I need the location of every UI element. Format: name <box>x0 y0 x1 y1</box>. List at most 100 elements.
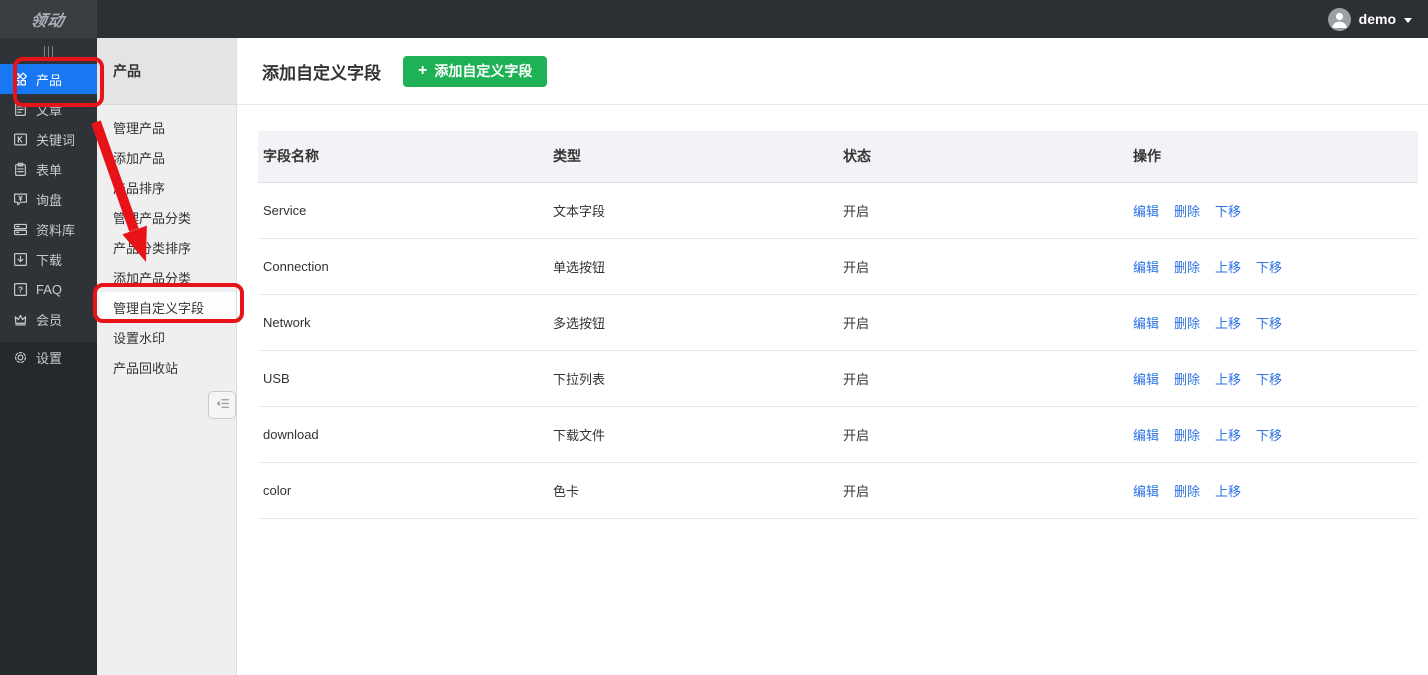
sidebar-item-library[interactable]: 资料库 <box>0 214 97 244</box>
sidebar-item-label: 产品 <box>36 70 62 89</box>
column-header: 字段名称 <box>258 131 548 182</box>
delete-link[interactable]: 删除 <box>1174 260 1200 275</box>
sidebar-collapse-handle[interactable] <box>0 38 97 64</box>
submenu-item[interactable]: 产品分类排序 <box>97 232 236 262</box>
actions-cell: 编辑删除上移下移 <box>1128 350 1418 406</box>
move-up-link[interactable]: 上移 <box>1215 260 1241 275</box>
sidebar-item-member[interactable]: 会员 <box>0 304 97 334</box>
field-type-cell: 下拉列表 <box>548 350 838 406</box>
sidebar-item-form[interactable]: 表单 <box>0 154 97 184</box>
table-header-row: 字段名称类型状态操作 <box>258 131 1418 182</box>
submenu-item-label: 设置水印 <box>113 328 165 347</box>
form-icon <box>13 162 28 177</box>
submenu-item[interactable]: 管理产品分类 <box>97 202 236 232</box>
field-type-cell: 多选按钮 <box>548 294 838 350</box>
submenu-item[interactable]: 添加产品分类 <box>97 262 236 292</box>
sidebar-item-label: 关键词 <box>36 130 75 149</box>
move-down-link[interactable]: 下移 <box>1256 372 1282 387</box>
main-content: 添加自定义字段 + 添加自定义字段 字段名称类型状态操作 Service文本字段… <box>237 38 1428 675</box>
submenu-item-label: 产品回收站 <box>113 358 178 377</box>
brand-logo: 领动 <box>0 0 97 38</box>
field-type-cell: 文本字段 <box>548 182 838 238</box>
plus-icon: + <box>418 63 427 79</box>
actions-cell: 编辑删除上移下移 <box>1128 238 1418 294</box>
sidebar-item-download[interactable]: 下载 <box>0 244 97 274</box>
table-row: color色卡开启编辑删除上移 <box>258 462 1418 518</box>
move-up-link[interactable]: 上移 <box>1215 484 1241 499</box>
user-menu[interactable]: demo <box>1328 8 1412 31</box>
table-row: USB下拉列表开启编辑删除上移下移 <box>258 350 1418 406</box>
submenu-item[interactable]: 添加产品 <box>97 142 236 172</box>
topbar-right: demo <box>97 0 1428 38</box>
submenu-item[interactable]: 管理自定义字段 <box>97 292 236 322</box>
status-cell: 开启 <box>838 462 1128 518</box>
add-custom-field-button[interactable]: + 添加自定义字段 <box>403 56 547 87</box>
submenu-item[interactable]: 产品排序 <box>97 172 236 202</box>
library-icon <box>13 222 28 237</box>
main-header: 添加自定义字段 + 添加自定义字段 <box>237 38 1428 105</box>
sidebar-item-label: 设置 <box>36 348 62 367</box>
field-type-cell: 色卡 <box>548 462 838 518</box>
sidebar-item-label: 会员 <box>36 310 62 329</box>
sidebar-item-article[interactable]: 文章 <box>0 94 97 124</box>
actions-cell: 编辑删除下移 <box>1128 182 1418 238</box>
move-down-link[interactable]: 下移 <box>1215 204 1241 219</box>
edit-link[interactable]: 编辑 <box>1133 484 1159 499</box>
inquiry-icon <box>13 192 28 207</box>
status-cell: 开启 <box>838 182 1128 238</box>
status-cell: 开启 <box>838 350 1128 406</box>
move-up-link[interactable]: 上移 <box>1215 372 1241 387</box>
actions-cell: 编辑删除上移下移 <box>1128 294 1418 350</box>
move-up-link[interactable]: 上移 <box>1215 428 1241 443</box>
sidebar-item-label: 表单 <box>36 160 62 179</box>
field-name-cell: USB <box>258 350 548 406</box>
settings-icon <box>13 350 28 365</box>
faq-icon: ? <box>13 282 28 297</box>
move-down-link[interactable]: 下移 <box>1256 260 1282 275</box>
field-name-cell: Network <box>258 294 548 350</box>
field-name-cell: Connection <box>258 238 548 294</box>
edit-link[interactable]: 编辑 <box>1133 260 1159 275</box>
sidebar-item-inquiry[interactable]: 询盘 <box>0 184 97 214</box>
delete-link[interactable]: 删除 <box>1174 428 1200 443</box>
move-down-link[interactable]: 下移 <box>1256 316 1282 331</box>
field-type-cell: 下载文件 <box>548 406 838 462</box>
menu-fold-button[interactable] <box>208 391 236 419</box>
sidebar-item-keyword[interactable]: 关键词 <box>0 124 97 154</box>
submenu-item[interactable]: 设置水印 <box>97 322 236 352</box>
page-title: 添加自定义字段 <box>262 59 381 84</box>
edit-link[interactable]: 编辑 <box>1133 428 1159 443</box>
submenu-item-label: 添加产品 <box>113 148 165 167</box>
submenu-item-label: 管理产品分类 <box>113 208 191 227</box>
submenu-item-label: 添加产品分类 <box>113 268 191 287</box>
field-name-cell: download <box>258 406 548 462</box>
delete-link[interactable]: 删除 <box>1174 372 1200 387</box>
submenu-item[interactable]: 管理产品 <box>97 112 236 142</box>
submenu-item-label: 产品排序 <box>113 178 165 197</box>
sidebar-item-products[interactable]: 产品 <box>0 64 97 94</box>
edit-link[interactable]: 编辑 <box>1133 316 1159 331</box>
chevron-down-icon <box>1404 18 1412 23</box>
sidebar-menu-panel: 产品文章关键词表单询盘资料库下载? FAQ 会员 <box>0 38 97 342</box>
sidebar-item-faq[interactable]: ? FAQ <box>0 274 97 304</box>
sidebar-item-label: 下载 <box>36 250 62 269</box>
sidebar-item-label: 文章 <box>36 100 62 119</box>
delete-link[interactable]: 删除 <box>1174 484 1200 499</box>
member-icon <box>13 312 28 327</box>
column-header: 类型 <box>548 131 838 182</box>
delete-link[interactable]: 删除 <box>1174 204 1200 219</box>
submenu-item[interactable]: 产品回收站 <box>97 352 236 382</box>
submenu-item-label: 产品分类排序 <box>113 238 191 257</box>
table-row: download下载文件开启编辑删除上移下移 <box>258 406 1418 462</box>
sidebar-item-settings[interactable]: 设置 <box>0 342 97 372</box>
app-body: 产品文章关键词表单询盘资料库下载? FAQ 会员 设置 产品 管理产品添加产品产品排… <box>0 38 1428 675</box>
user-avatar-icon <box>1328 8 1351 31</box>
column-header: 操作 <box>1128 131 1418 182</box>
move-down-link[interactable]: 下移 <box>1256 428 1282 443</box>
delete-link[interactable]: 删除 <box>1174 316 1200 331</box>
edit-link[interactable]: 编辑 <box>1133 372 1159 387</box>
edit-link[interactable]: 编辑 <box>1133 204 1159 219</box>
sidebar-item-label: FAQ <box>36 282 62 297</box>
move-up-link[interactable]: 上移 <box>1215 316 1241 331</box>
products-icon <box>13 72 28 87</box>
